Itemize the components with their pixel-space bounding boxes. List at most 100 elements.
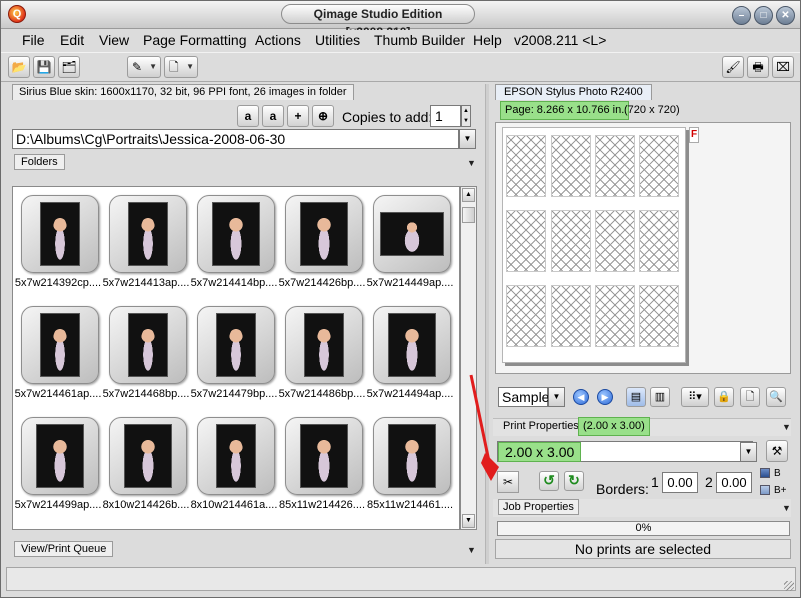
- lock-icon[interactable]: 🔒: [714, 387, 734, 407]
- menu-bar: File Edit View Page Formatting Actions U…: [1, 30, 800, 50]
- new-page-dropdown[interactable]: 🗋 ▼: [164, 56, 198, 78]
- app-logo-icon[interactable]: Q: [8, 5, 26, 23]
- border-b-toggle-icon[interactable]: [760, 468, 770, 478]
- border1-label: 1: [651, 474, 659, 490]
- panel-splitter[interactable]: [485, 84, 489, 564]
- tools-hammer-icon[interactable]: ⚒: [766, 440, 788, 462]
- thumbnail-item[interactable]: 5x7w214414bp....: [191, 187, 279, 297]
- rotate-right-icon[interactable]: ↻: [564, 471, 584, 491]
- landscape-icon[interactable]: ▥: [650, 387, 670, 407]
- rotate-left-icon[interactable]: ↺: [539, 471, 559, 491]
- scroll-up-icon[interactable]: ▲: [462, 188, 475, 202]
- plus-icon[interactable]: +: [287, 105, 309, 127]
- open-folder-icon[interactable]: 📂: [8, 56, 30, 78]
- print-slot[interactable]: [551, 210, 591, 272]
- thumbnail-item[interactable]: 8x10w214426b....: [103, 409, 191, 519]
- crop-tool-icon: ✎: [132, 60, 143, 74]
- sample-select[interactable]: Sample: [498, 387, 549, 407]
- job-properties-tab[interactable]: Job Properties: [498, 499, 579, 515]
- add-multiple-icon[interactable]: ⊕: [312, 105, 334, 127]
- thumbnail-item[interactable]: 5x7w214486bp....: [279, 298, 367, 408]
- thumbnail-item[interactable]: 5x7w214461ap....: [15, 298, 103, 408]
- portrait-icon[interactable]: ▤: [626, 387, 646, 407]
- minimize-icon[interactable]: –: [732, 6, 751, 25]
- grid-layout-icon[interactable]: ⠿▾: [681, 387, 709, 407]
- menu-page-formatting[interactable]: Page Formatting: [143, 31, 247, 49]
- menu-utilities[interactable]: Utilities: [315, 31, 360, 49]
- folder-path-input[interactable]: D:\Albums\Cg\Portraits\Jessica-2008-06-3…: [12, 129, 459, 149]
- border2-input[interactable]: 0.00: [716, 472, 752, 493]
- print-slot[interactable]: [595, 135, 635, 197]
- thumbnail-caption: 5x7w214392cp....: [14, 277, 102, 289]
- thumbnail-item[interactable]: 5x7w214449ap....: [367, 187, 455, 297]
- edit-filters-icon[interactable]: 🖌: [722, 56, 744, 78]
- thumbnail-frame: [285, 417, 363, 495]
- print-slot[interactable]: [506, 210, 546, 272]
- menu-view[interactable]: View: [99, 31, 129, 49]
- thumbnail-item[interactable]: 5x7w214494ap....: [367, 298, 455, 408]
- view-print-queue-tab[interactable]: View/Print Queue: [14, 541, 114, 557]
- thumbnail-item[interactable]: 5x7w214426bp....: [279, 187, 367, 297]
- print-slot[interactable]: [551, 285, 591, 347]
- save-icon[interactable]: 💾: [33, 56, 55, 78]
- paper-preview[interactable]: [502, 127, 686, 363]
- copies-spinner[interactable]: ▲ ▼: [461, 105, 471, 127]
- save-as-icon[interactable]: 🗂: [58, 56, 80, 78]
- print-slot[interactable]: [639, 135, 679, 197]
- menu-edit[interactable]: Edit: [60, 31, 84, 49]
- page-icon[interactable]: 🗋: [740, 387, 760, 407]
- print-slot[interactable]: [506, 135, 546, 197]
- thumbnail-item[interactable]: 5x7w214479bp....: [191, 298, 279, 408]
- zoom-page-icon[interactable]: 🔍: [766, 387, 786, 407]
- print-slot[interactable]: [506, 285, 546, 347]
- menu-help[interactable]: Help: [473, 31, 502, 49]
- version-label: v2008.211 <L>: [514, 32, 607, 48]
- scroll-down-icon[interactable]: ▼: [462, 514, 475, 528]
- thumbnail-item[interactable]: 5x7w214413ap....: [103, 187, 191, 297]
- folders-expand-icon[interactable]: ▼: [467, 158, 476, 168]
- thumbnail-item[interactable]: 5x7w214392cp....: [15, 187, 103, 297]
- print-size-chevron-down-icon[interactable]: ▼: [740, 442, 757, 462]
- job-properties-expand-icon[interactable]: ▼: [782, 503, 791, 513]
- paper-flag-icon[interactable]: F: [689, 127, 699, 143]
- crop-tool-dropdown[interactable]: ✎ ▼: [127, 56, 161, 78]
- thumbnail-item[interactable]: 85x11w214426....: [279, 409, 367, 519]
- border-bplus-toggle-icon[interactable]: [760, 485, 770, 495]
- thumbnail-item[interactable]: 85x11w214461....: [367, 409, 455, 519]
- print-slot[interactable]: [639, 285, 679, 347]
- thumbnail-item[interactable]: 5x7w214499ap....: [15, 409, 103, 519]
- print-status-label: No prints are selected: [495, 539, 791, 559]
- printer-tab[interactable]: EPSON Stylus Photo R2400: [495, 84, 652, 100]
- print-slot[interactable]: [595, 210, 635, 272]
- thumbnail-item[interactable]: 5x7w214468bp....: [103, 298, 191, 408]
- queue-expand-icon[interactable]: ▼: [467, 545, 476, 555]
- thumbnail-frame: [197, 195, 275, 273]
- border1-input[interactable]: 0.00: [662, 472, 698, 493]
- menu-actions[interactable]: Actions: [255, 31, 301, 49]
- thumbnail-caption: 5x7w214414bp....: [190, 277, 278, 289]
- maximize-icon[interactable]: □: [754, 6, 773, 25]
- print-cancel-icon[interactable]: ⌧: [772, 56, 794, 78]
- next-page-icon[interactable]: ▶: [597, 389, 613, 405]
- print-slot[interactable]: [639, 210, 679, 272]
- folders-tab[interactable]: Folders: [14, 154, 65, 170]
- chevron-down-icon: ▼: [186, 62, 194, 71]
- print-properties-expand-icon[interactable]: ▼: [782, 422, 791, 432]
- red-arrow-annotation: [469, 374, 499, 481]
- path-dropdown-chevron-icon[interactable]: ▼: [459, 129, 476, 149]
- sample-chevron-down-icon[interactable]: ▼: [548, 387, 565, 407]
- menu-thumb-builder[interactable]: Thumb Builder: [374, 31, 465, 49]
- scrollbar-thumb[interactable]: [462, 207, 475, 223]
- print-slot[interactable]: [551, 135, 591, 197]
- copies-input[interactable]: 1: [430, 105, 461, 127]
- add-all-icon[interactable]: a: [237, 105, 259, 127]
- prev-page-icon[interactable]: ◀: [573, 389, 589, 405]
- print-icon[interactable]: 🖶: [747, 56, 769, 78]
- add-selected-icon[interactable]: a: [262, 105, 284, 127]
- resize-grip[interactable]: [784, 581, 794, 591]
- close-icon[interactable]: ✕: [776, 6, 795, 25]
- print-slot[interactable]: [595, 285, 635, 347]
- thumbnail-item[interactable]: 8x10w214461a....: [191, 409, 279, 519]
- menu-file[interactable]: File: [22, 31, 45, 49]
- arrow-head: [481, 453, 499, 481]
